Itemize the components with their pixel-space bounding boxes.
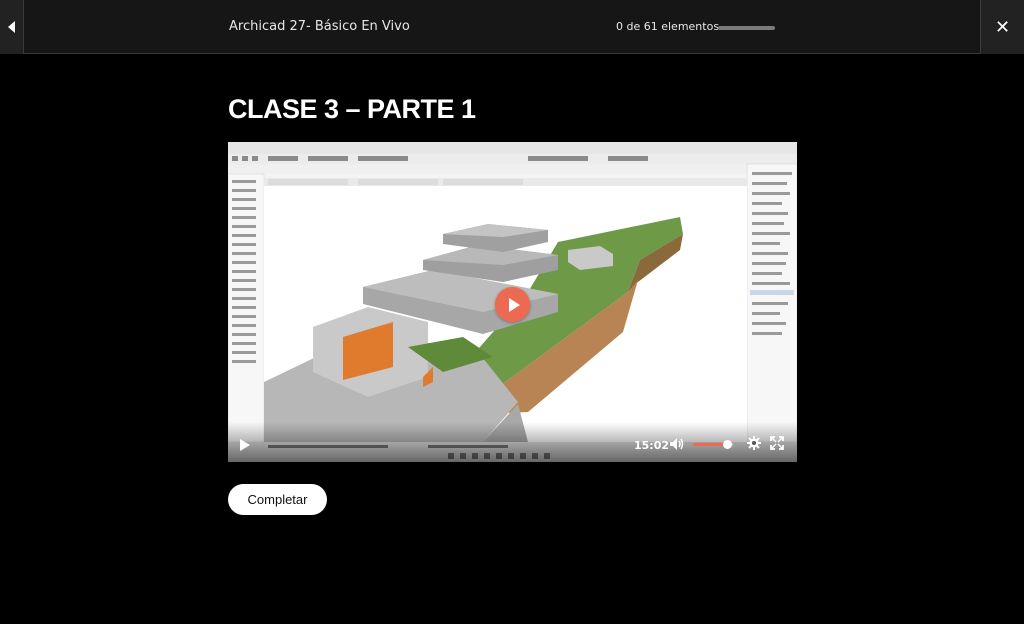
top-bar: Archicad 27- Básico En Vivo 0 de 61 elem…: [0, 0, 1024, 54]
complete-button[interactable]: Completar: [228, 484, 327, 515]
video-controls: 15:02: [228, 422, 797, 462]
fullscreen-icon[interactable]: [770, 436, 784, 450]
volume-icon[interactable]: [669, 437, 685, 451]
close-icon: ✕: [994, 16, 1011, 38]
lesson-title: CLASE 3 – PARTE 1: [228, 94, 476, 124]
gear-icon[interactable]: [747, 436, 761, 450]
video-player[interactable]: 15:02: [228, 142, 797, 462]
chevron-left-icon: [8, 21, 15, 33]
volume-slider[interactable]: [693, 440, 733, 449]
progress-text: 0 de 61 elementos: [616, 20, 720, 33]
back-button[interactable]: [0, 0, 24, 54]
play-icon: [508, 297, 520, 312]
progress-bar: [718, 26, 775, 30]
video-duration: 15:02: [634, 439, 670, 452]
close-button[interactable]: ✕: [980, 0, 1024, 54]
volume-slider-handle[interactable]: [723, 440, 732, 449]
volume-slider-fill: [693, 443, 727, 446]
center-play-button[interactable]: [495, 287, 530, 322]
play-icon[interactable]: [240, 439, 250, 451]
course-title: Archicad 27- Básico En Vivo: [229, 19, 410, 34]
